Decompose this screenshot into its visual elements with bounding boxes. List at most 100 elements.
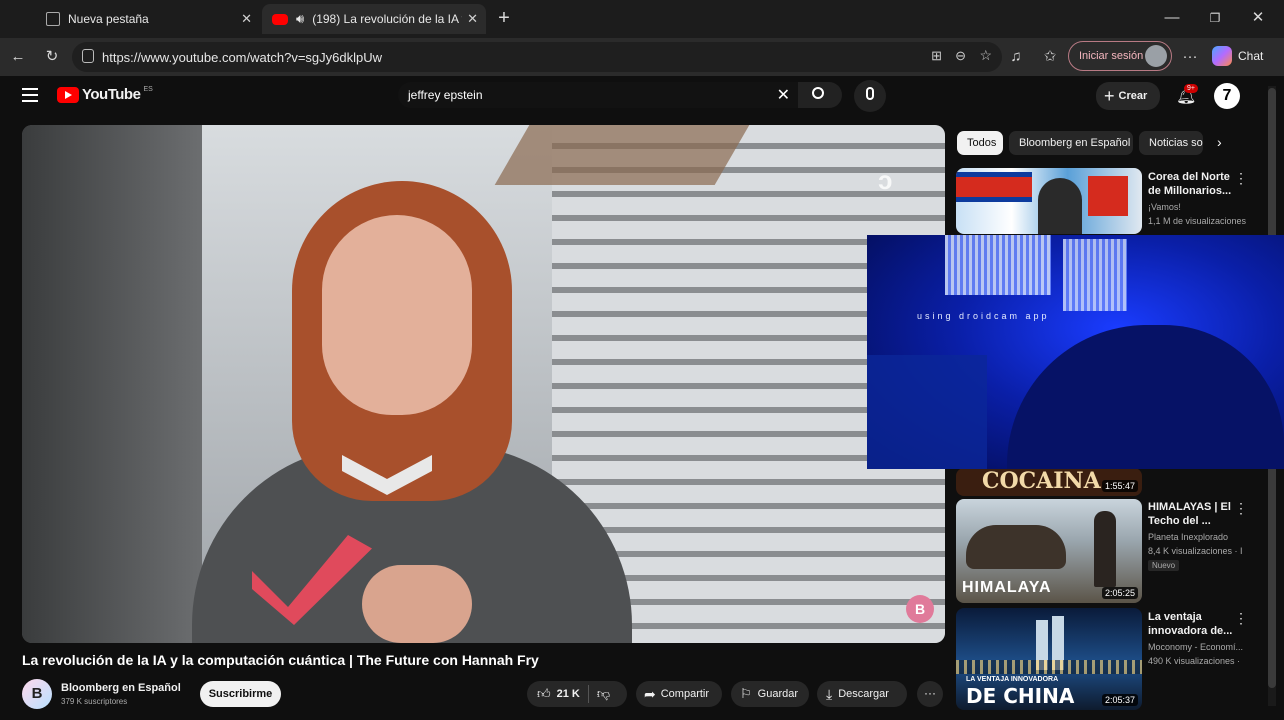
create-button[interactable]: + Crear (1096, 82, 1160, 110)
video-frame-face (322, 215, 472, 415)
url-field[interactable]: https://www.youtube.com/watch?v=sgJy6dkl… (72, 42, 1002, 72)
restore-icon[interactable]: ❐ (1205, 8, 1225, 28)
address-bar-row: ← ↻ https://www.youtube.com/watch?v=sgJy… (0, 38, 1284, 76)
tab-new-tab[interactable]: Nueva pestaña ✕ (36, 4, 260, 34)
profile-avatar-icon (1145, 45, 1167, 67)
voice-search-button[interactable] (854, 80, 886, 112)
search-value: jeffrey epstein (408, 88, 483, 102)
duration-badge: 2:05:25 (1101, 587, 1138, 599)
tab-label: Nueva pestaña (68, 12, 149, 26)
app-available-icon[interactable]: ⊞ (931, 48, 942, 64)
share-button[interactable]: ➦ Compartir (636, 681, 722, 707)
favorites-icon[interactable]: ✩ (1040, 47, 1060, 67)
reload-icon[interactable]: ↻ (42, 47, 62, 67)
shadow-graphic (867, 355, 987, 469)
close-tab-icon[interactable]: ✕ (241, 11, 252, 27)
read-aloud-icon[interactable]: ♫ (1006, 47, 1026, 67)
recommendation-views: 8,4 K visualizaciones · I (1148, 546, 1243, 556)
plus-icon: + (1104, 85, 1115, 106)
yak-graphic (966, 525, 1066, 569)
overlay-caption: using droidcam app (917, 311, 1050, 321)
save-button[interactable]: ⚐ Guardar (731, 681, 809, 707)
create-label: Crear (1118, 90, 1148, 102)
duration-badge: 2:05:37 (1101, 694, 1138, 706)
zoom-icon[interactable]: ⊖ (955, 48, 966, 64)
share-label: Compartir (660, 688, 710, 700)
new-badge: Nuevo (1148, 560, 1180, 571)
back-icon[interactable]: ← (8, 47, 28, 67)
chat-label: Chat (1238, 49, 1264, 63)
city-lights-graphic (956, 660, 1142, 674)
recommendation-views: 490 K visualizaciones · (1148, 656, 1241, 666)
more-actions-button[interactable]: ··· (917, 681, 943, 707)
site-info-icon[interactable] (82, 49, 94, 63)
recommendation-views: 1,1 M de visualizaciones (1148, 216, 1246, 226)
thumbnail-text: HIMALAYA (962, 579, 1052, 596)
recommendation-channel[interactable]: Planeta Inexplorado (1148, 531, 1246, 544)
video-frame-left-wall (22, 125, 202, 643)
subscriber-count: 379 K suscriptores (61, 697, 128, 706)
download-label: Descargar (838, 688, 889, 700)
search-input[interactable]: jeffrey epstein ✕ (398, 82, 798, 108)
more-options-icon[interactable]: ⋮ (1234, 170, 1248, 187)
more-options-icon[interactable]: ⋮ (1234, 610, 1248, 627)
recommendation-channel[interactable]: Moconomy - Economí... (1148, 641, 1246, 654)
url-text: https://www.youtube.com/watch?v=sgJy6dkl… (102, 49, 382, 65)
thumbs-up-icon[interactable]: 👍︎ (537, 686, 551, 702)
youtube-play-logo-icon (57, 86, 79, 103)
video-player[interactable]: ↄ B (22, 125, 945, 643)
youtube-logo[interactable]: YouTube ES (57, 86, 153, 103)
recommendation-thumbnail[interactable] (956, 168, 1142, 234)
channel-avatar[interactable]: B (22, 679, 52, 709)
favorite-star-icon[interactable]: ☆ (979, 47, 992, 64)
channel-watermark-icon[interactable]: B (906, 595, 934, 623)
flag-graphic (956, 172, 1032, 202)
recommendation-thumbnail[interactable]: LA VENTAJA INNOVADORA DE CHINA 2:05:37 (956, 608, 1142, 710)
share-arrow-icon: ➦ (644, 685, 656, 702)
video-title: La revolución de la IA y la computación … (22, 652, 539, 668)
chip-todos[interactable]: Todos (957, 131, 1003, 155)
bookmark-icon: ⚐ (740, 686, 752, 701)
speaker-icon[interactable]: 🔊︎ (296, 11, 304, 27)
recommendation-thumbnail[interactable]: HIMALAYA 2:05:25 (956, 499, 1142, 603)
region-code: ES (143, 86, 153, 93)
more-menu-icon[interactable]: ··· (1180, 47, 1200, 67)
person-graphic (1038, 178, 1082, 234)
recommendation-thumbnail[interactable]: COCAINA 1:55:47 (956, 468, 1142, 496)
recommendation-title[interactable]: Corea del Norte de Millonarios... (1148, 170, 1244, 198)
logo-text: YouTube (82, 86, 141, 103)
signin-button[interactable]: Iniciar sesión (1068, 41, 1172, 71)
download-button[interactable]: ⤓ Descargar (817, 681, 907, 707)
tab-youtube[interactable]: 🔊︎ (198) La revolución de la IA y l ✕ (262, 4, 486, 34)
clear-search-icon[interactable]: ✕ (777, 85, 790, 105)
thumbnail-text: DE CHINA (966, 684, 1075, 708)
chip-bloomberg[interactable]: Bloomberg en Español (1009, 131, 1133, 155)
search-button[interactable] (798, 82, 842, 108)
thumbnail-subtext: LA VENTAJA INNOVADORA (966, 676, 1059, 683)
close-window-icon[interactable]: ✕ (1248, 8, 1268, 28)
copilot-chat-button[interactable]: Chat (1212, 42, 1274, 70)
more-options-icon[interactable]: ⋮ (1234, 500, 1248, 517)
hamburger-menu-icon[interactable] (22, 88, 38, 102)
dark-shape-graphic (1007, 325, 1284, 469)
minimize-icon[interactable]: — (1162, 8, 1182, 28)
channel-name[interactable]: Bloomberg en Español (61, 682, 181, 694)
microphone-icon (866, 87, 874, 100)
account-avatar[interactable]: 7 (1214, 83, 1240, 109)
recommendation-title[interactable]: La ventaja innovadora de... (1148, 610, 1244, 638)
like-count[interactable]: 21 K (557, 688, 580, 700)
duration-badge: 1:55:47 (1101, 480, 1138, 492)
download-icon: ⤓ (826, 685, 833, 702)
recommendation-channel[interactable]: ¡Vamos! (1148, 201, 1246, 214)
recommendation-title[interactable]: HIMALAYAS | El Techo del ... (1148, 500, 1244, 528)
thumbs-down-icon[interactable]: 👎︎ (597, 686, 610, 702)
thumbnail-text: COCAINA (982, 468, 1101, 494)
subscribe-label: Suscribirme (208, 688, 273, 700)
new-tab-icon[interactable]: + (494, 8, 514, 28)
subscribe-button[interactable]: Suscribirme (200, 681, 281, 707)
chevron-right-icon[interactable]: › (1217, 134, 1222, 150)
close-tab-icon[interactable]: ✕ (467, 11, 478, 27)
signin-label: Iniciar sesión (1079, 50, 1144, 62)
chip-noticias[interactable]: Noticias so (1139, 131, 1203, 155)
camera-overlay-window[interactable]: using droidcam app (867, 235, 1284, 469)
